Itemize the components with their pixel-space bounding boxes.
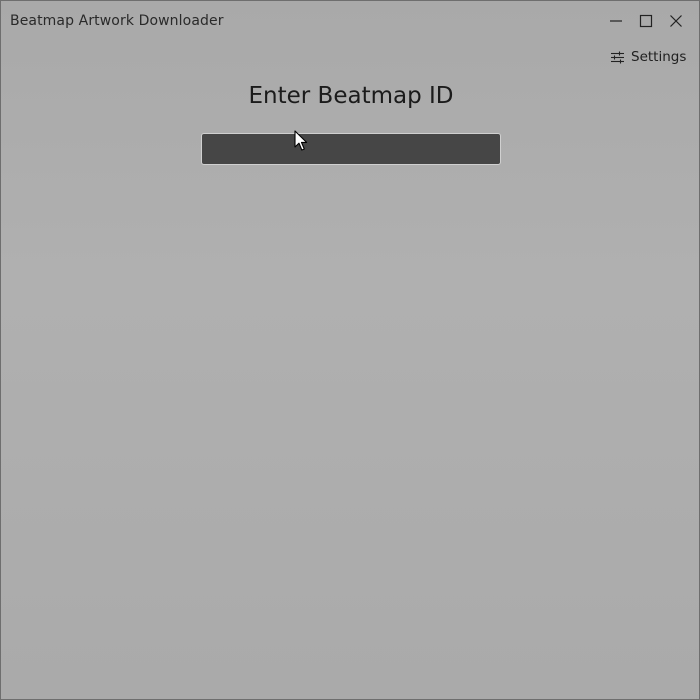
maximize-button[interactable] — [634, 9, 658, 33]
settings-label: Settings — [631, 49, 687, 65]
sliders-icon — [611, 51, 624, 63]
close-icon — [670, 15, 682, 27]
title-bar[interactable]: Beatmap Artwork Downloader — [1, 1, 699, 41]
app-window: Beatmap Artwork Downloader Settings Ente… — [0, 0, 700, 700]
window-title: Beatmap Artwork Downloader — [10, 13, 224, 29]
minimize-icon — [610, 20, 622, 22]
minimize-button[interactable] — [604, 9, 628, 33]
close-button[interactable] — [664, 9, 688, 33]
beatmap-id-input[interactable] — [201, 133, 501, 165]
maximize-icon — [639, 14, 653, 28]
page-heading: Enter Beatmap ID — [248, 83, 454, 109]
settings-button[interactable]: Settings — [610, 47, 686, 67]
